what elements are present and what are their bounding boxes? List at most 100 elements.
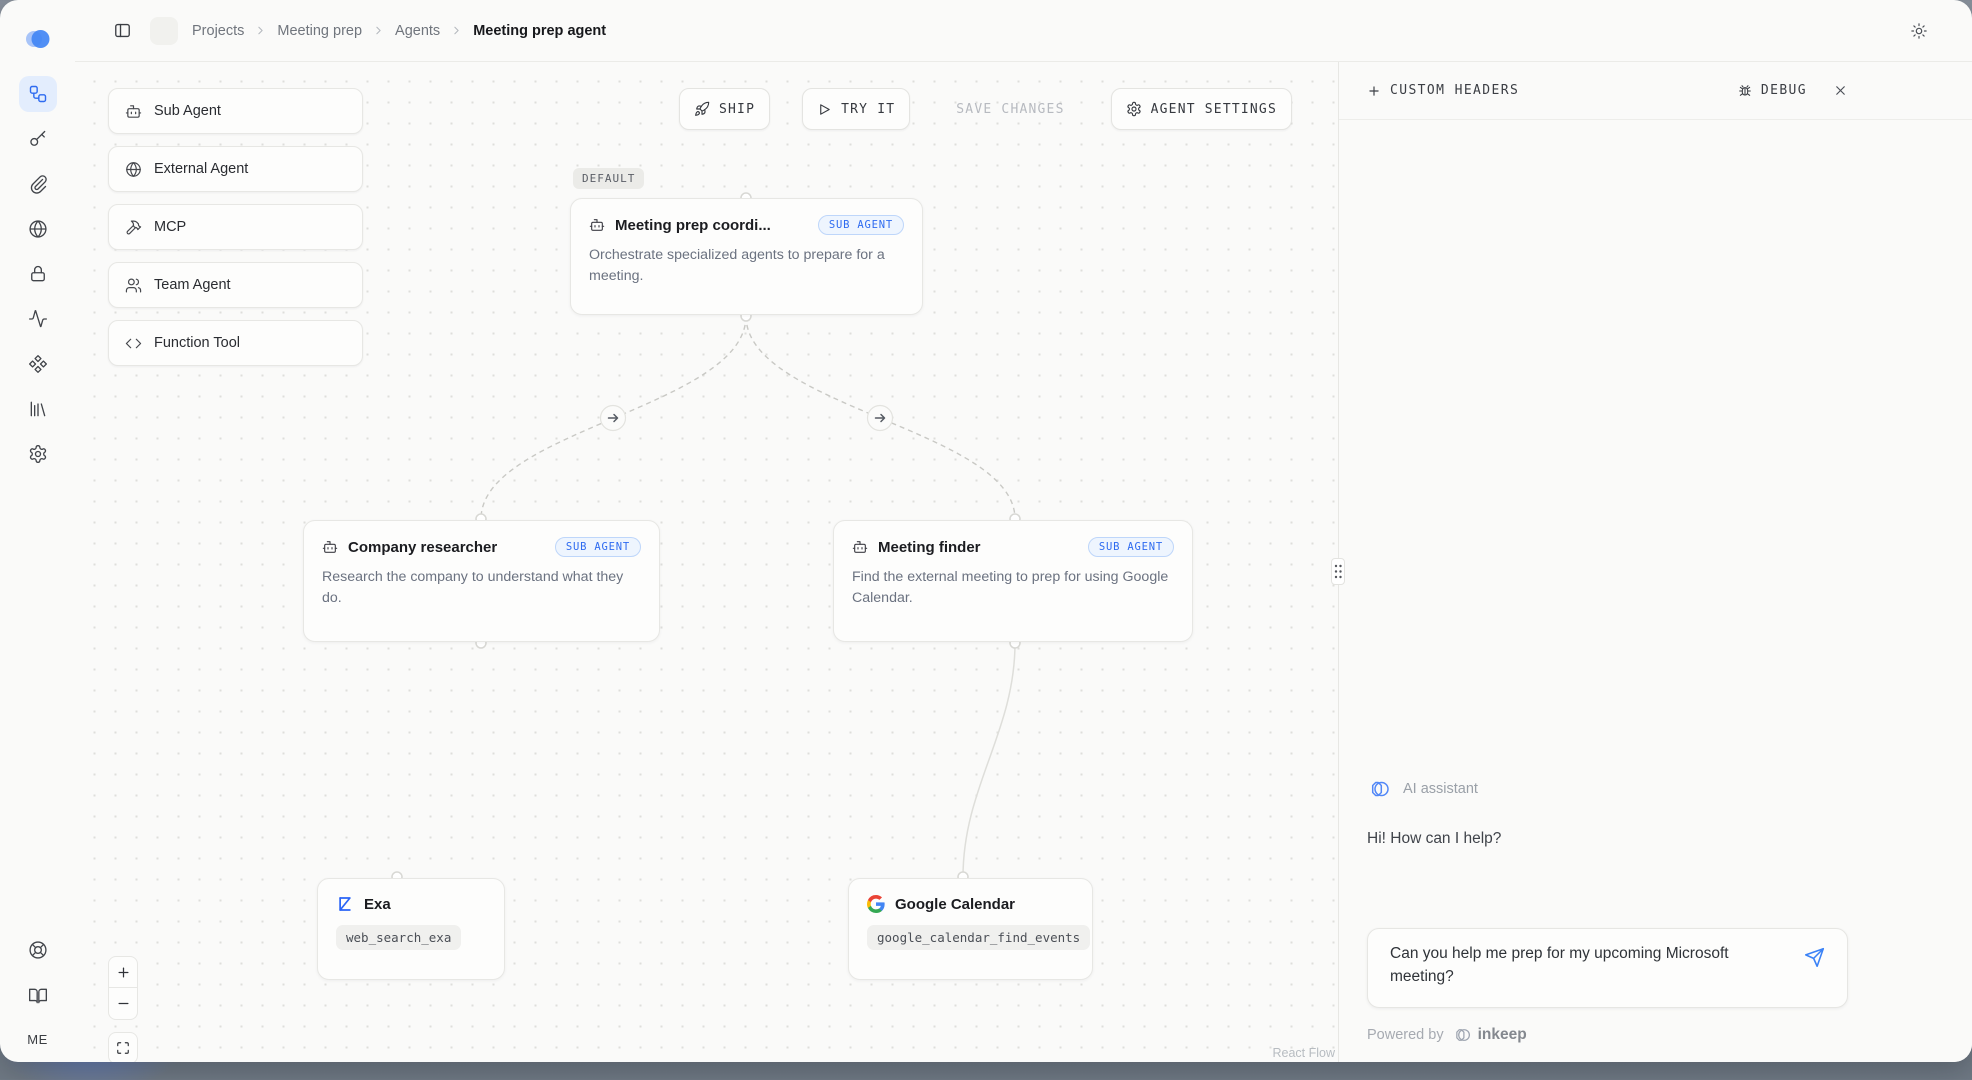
palette-sub-agent[interactable]: Sub Agent [108,88,363,134]
assistant-message-header: AI assistant [1367,778,1478,800]
play-icon [817,102,832,117]
node-palette: Sub Agent External Agent MCP Team Agent [108,88,363,366]
lock-icon [28,264,48,284]
theme-toggle-button[interactable] [1906,18,1932,44]
sidebar-item-workflow[interactable] [19,76,57,112]
powered-by-label: Powered by [1367,1027,1444,1043]
plus-icon [116,965,131,980]
gear-icon [28,444,48,464]
palette-label: MCP [154,219,186,235]
assistant-greeting-message: Hi! How can I help? [1367,830,1501,848]
sidebar-item-library[interactable] [19,391,57,427]
top-header: Projects Meeting prep Agents Meeting pre… [75,0,1972,62]
org-chip[interactable] [150,17,178,45]
fit-view-button[interactable] [108,1032,138,1062]
node-title: Meeting prep coordi... [615,217,808,234]
sidebar-item-keys[interactable] [19,121,57,157]
inkeep-logo-icon [24,27,52,51]
user-avatar[interactable]: ME [27,1024,48,1054]
chevron-right-icon [372,24,385,37]
powered-by-footer[interactable]: Powered by inkeep [1367,1026,1527,1044]
node-title: Company researcher [348,539,545,556]
node-exa-tool[interactable]: Exa web_search_exa [317,878,505,980]
users-icon [125,277,142,294]
breadcrumb-project-name[interactable]: Meeting prep [277,23,362,39]
flow-canvas[interactable]: Sub Agent External Agent MCP Team Agent [75,62,1338,1062]
panel-header: CUSTOM HEADERS DEBUG [1339,62,1972,120]
panel-resize-handle[interactable] [1331,558,1345,585]
panel-toggle-button[interactable] [109,17,136,44]
assistant-label: AI assistant [1403,781,1478,797]
try-it-label: TRY IT [841,102,895,117]
node-description: Research the company to understand what … [322,567,641,609]
default-agent-tag: DEFAULT [573,168,644,189]
palette-team-agent[interactable]: Team Agent [108,262,363,308]
ship-button[interactable]: SHIP [679,88,770,130]
palette-mcp[interactable]: MCP [108,204,363,250]
palette-label: Team Agent [154,277,231,293]
breadcrumb-projects[interactable]: Projects [192,23,244,39]
agent-settings-label: AGENT SETTINGS [1151,102,1277,117]
workflow-icon [28,84,48,104]
try-it-button[interactable]: TRY IT [802,88,910,130]
node-description: Orchestrate specialized agents to prepar… [589,245,904,287]
debug-button[interactable]: DEBUG [1737,83,1807,99]
globe-icon [28,219,48,239]
sub-agent-badge: SUB AGENT [818,215,904,235]
zoom-in-button[interactable] [108,956,138,988]
inkeep-logo [24,24,52,54]
breadcrumb-agents[interactable]: Agents [395,23,440,39]
node-google-calendar-tool[interactable]: Google Calendar google_calendar_find_eve… [848,878,1093,980]
activity-icon [28,309,48,329]
chat-input[interactable]: Can you help me prep for my upcoming Mic… [1390,942,1742,988]
palette-label: Sub Agent [154,103,221,119]
chat-composer[interactable]: Can you help me prep for my upcoming Mic… [1367,928,1848,1008]
zoom-out-button[interactable] [108,988,138,1020]
rail-footer: ME [0,932,75,1054]
sidebar-item-components[interactable] [19,346,57,382]
grip-dots-icon [1333,562,1343,581]
node-meeting-prep-coordinator[interactable]: Meeting prep coordi... SUB AGENT Orchest… [570,198,923,315]
sidebar-item-support[interactable] [19,932,57,968]
main-column: Projects Meeting prep Agents Meeting pre… [75,0,1972,1062]
tool-name-chip: web_search_exa [336,925,461,950]
exa-logo-icon [336,895,354,913]
react-flow-attribution[interactable]: React Flow [1235,1046,1335,1060]
agent-settings-button[interactable]: AGENT SETTINGS [1111,88,1292,130]
globe-icon [125,161,142,178]
breadcrumb-current-agent: Meeting prep agent [473,23,606,39]
maximize-icon [116,1041,130,1055]
sidebar-item-activity[interactable] [19,301,57,337]
edge-researcher-exa [397,643,481,877]
save-changes-button[interactable]: SAVE CHANGES [942,88,1078,130]
sidebar-item-settings[interactable] [19,436,57,472]
close-panel-button[interactable] [1829,79,1852,102]
sidebar-item-external[interactable] [19,211,57,247]
custom-headers-button[interactable]: CUSTOM HEADERS [1367,83,1519,98]
chevron-right-icon [450,24,463,37]
node-meeting-finder[interactable]: Meeting finder SUB AGENT Find the extern… [833,520,1193,642]
key-icon [28,129,48,149]
palette-label: External Agent [154,161,248,177]
panel-header-actions: DEBUG [1737,79,1852,102]
send-button[interactable] [1800,943,1829,972]
node-title: Exa [364,896,486,913]
node-description: Find the external meeting to prep for us… [852,567,1174,609]
sidebar-item-credentials[interactable] [19,166,57,202]
bot-icon [589,217,605,233]
edge-arrow-badge [868,406,893,431]
palette-function-tool[interactable]: Function Tool [108,320,363,366]
sidebar-rail: ME [0,0,75,1062]
brand-name: inkeep [1478,1026,1527,1044]
sidebar-item-docs[interactable] [19,978,57,1014]
plus-icon [1367,84,1381,98]
chevron-right-icon [254,24,267,37]
node-company-researcher[interactable]: Company researcher SUB AGENT Research th… [303,520,660,642]
sidebar-item-security[interactable] [19,256,57,292]
save-changes-label: SAVE CHANGES [956,102,1064,117]
edge-coordinator-finder [746,316,1015,519]
bot-icon [125,103,142,120]
library-icon [28,399,48,419]
palette-external-agent[interactable]: External Agent [108,146,363,192]
gear-icon [1126,101,1142,117]
